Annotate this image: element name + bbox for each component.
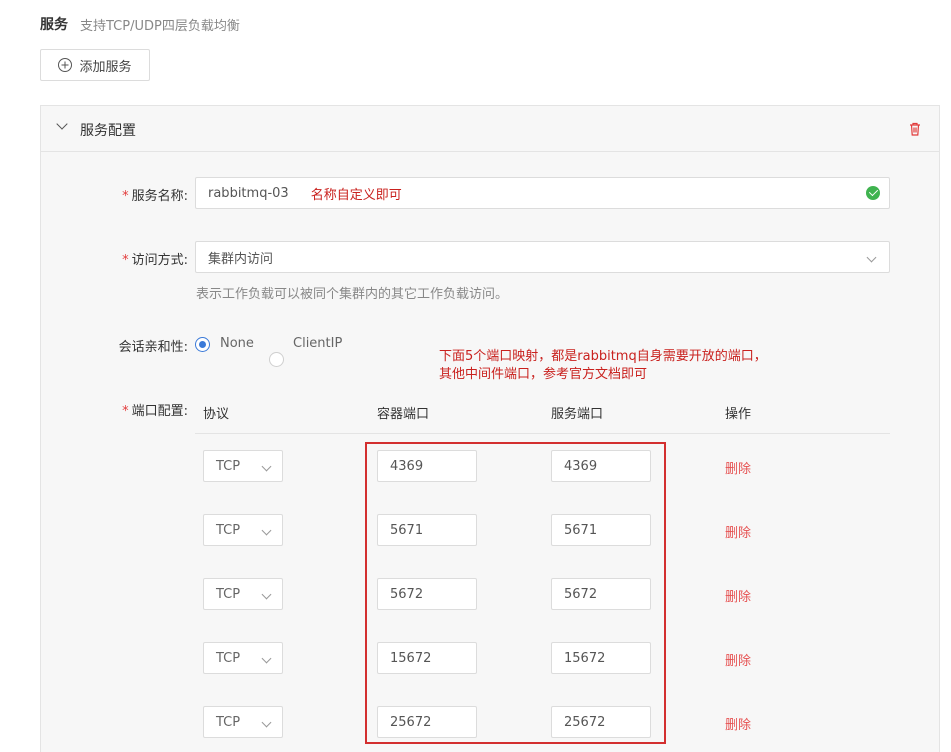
protocol-select[interactable]: TCP — [203, 642, 283, 674]
radio-clientip[interactable] — [269, 352, 284, 367]
column-header-action: 操作 — [725, 407, 752, 422]
protocol-select[interactable]: TCP — [203, 706, 283, 738]
delete-link[interactable]: 删除 — [725, 650, 751, 669]
chevron-down-icon — [261, 525, 272, 535]
protocol-value: TCP — [216, 522, 241, 538]
port-config-label: * 端口配置: — [38, 400, 188, 419]
panel-title: 服务配置 — [80, 123, 136, 139]
highlight-box — [365, 442, 666, 744]
service-name-label-text: 服务名称: — [131, 189, 188, 204]
access-mode-select[interactable]: 集群内访问 — [195, 241, 890, 273]
protocol-value: TCP — [216, 586, 241, 602]
required-mark: * — [122, 253, 129, 268]
radio-clientip-label[interactable]: ClientIP — [293, 336, 342, 351]
section-title: 服务 — [40, 17, 68, 33]
service-name-value: rabbitmq-03 — [208, 185, 289, 201]
column-header-container-port: 容器端口 — [377, 407, 430, 422]
service-name-input[interactable]: rabbitmq-03 名称自定义即可 — [195, 177, 890, 209]
plus-circle-icon — [58, 58, 73, 72]
chevron-down-icon — [261, 653, 272, 663]
ports-annotation-line-2: 其他中间件端口，参考官方文档即可 — [439, 367, 648, 382]
add-service-button[interactable]: 添加服务 — [40, 49, 150, 81]
required-mark: * — [122, 189, 129, 204]
access-mode-value: 集群内访问 — [208, 251, 274, 267]
protocol-value: TCP — [216, 714, 241, 730]
protocol-select[interactable]: TCP — [203, 514, 283, 546]
delete-link[interactable]: 删除 — [725, 522, 751, 541]
delete-link[interactable]: 删除 — [725, 458, 751, 477]
trash-icon[interactable] — [909, 122, 921, 136]
column-header-protocol: 协议 — [203, 407, 230, 422]
section-subtitle: 支持TCP/UDP四层负载均衡 — [80, 19, 240, 34]
chevron-down-icon — [261, 461, 272, 471]
access-mode-label: * 访问方式: — [38, 249, 188, 268]
port-config-label-text: 端口配置: — [131, 404, 188, 419]
column-header-service-port: 服务端口 — [551, 407, 604, 422]
radio-none[interactable] — [195, 337, 210, 352]
session-affinity-label: 会话亲和性: — [118, 340, 188, 355]
delete-link[interactable]: 删除 — [725, 586, 751, 605]
ports-annotation-line-1: 下面5个端口映射，都是rabbitmq自身需要开放的端口， — [439, 349, 767, 364]
chevron-down-icon — [261, 589, 272, 599]
protocol-value: TCP — [216, 650, 241, 666]
delete-link[interactable]: 删除 — [725, 714, 751, 733]
protocol-select[interactable]: TCP — [203, 450, 283, 482]
service-name-label: * 服务名称: — [38, 185, 188, 204]
add-service-label: 添加服务 — [79, 59, 132, 75]
protocol-value: TCP — [216, 458, 241, 474]
radio-none-label[interactable]: None — [220, 336, 254, 351]
service-config-panel-header[interactable] — [41, 106, 939, 152]
protocol-select[interactable]: TCP — [203, 578, 283, 610]
access-mode-hint: 表示工作负载可以被同个集群内的其它工作负载访问。 — [196, 287, 509, 302]
access-mode-label-text: 访问方式: — [131, 253, 188, 268]
service-name-annotation: 名称自定义即可 — [310, 187, 402, 203]
check-circle-icon — [866, 186, 880, 200]
chevron-down-icon — [261, 717, 272, 727]
ports-annotation: 下面5个端口映射，都是rabbitmq自身需要开放的端口， 其他中间件端口，参考… — [439, 348, 767, 384]
table-divider — [195, 433, 890, 434]
required-mark: * — [122, 404, 129, 419]
chevron-down-icon — [866, 252, 877, 262]
